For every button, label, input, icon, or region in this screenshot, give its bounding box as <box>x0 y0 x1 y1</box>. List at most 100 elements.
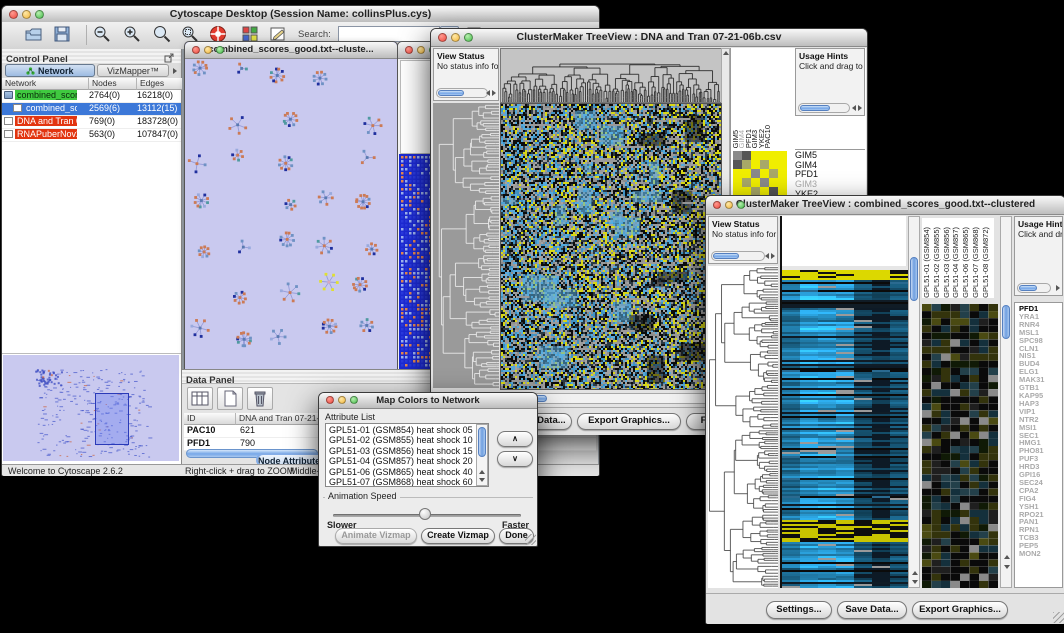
scroll-right-icon[interactable] <box>492 90 496 96</box>
move-up-button[interactable]: ∧ <box>497 431 533 447</box>
scroll-up-icon[interactable] <box>1004 555 1010 559</box>
attribute-table-button[interactable] <box>187 387 213 410</box>
row-label[interactable]: PAN1 <box>1019 518 1062 526</box>
scroll-right-icon[interactable] <box>1056 285 1060 291</box>
network-canvas[interactable] <box>186 59 396 369</box>
row-label[interactable]: RPO21 <box>1019 511 1062 519</box>
row-label[interactable]: GIM4 <box>795 161 865 171</box>
row-label[interactable]: RPN1 <box>1019 526 1062 534</box>
search-input[interactable] <box>338 26 440 42</box>
scroll-left-icon[interactable] <box>765 253 769 259</box>
settings-button[interactable]: Settings... <box>766 601 832 619</box>
close-button[interactable] <box>326 396 334 404</box>
column-label[interactable]: GPL51-02 (GSM855) <box>932 227 942 298</box>
row-label[interactable]: CLN1 <box>1019 345 1062 353</box>
move-down-button[interactable]: ∨ <box>497 451 533 467</box>
scrollbar-thumb[interactable] <box>910 257 918 301</box>
tab-overflow-button[interactable] <box>171 66 180 75</box>
close-button[interactable] <box>713 201 721 209</box>
scrollbar-thumb[interactable] <box>438 90 464 96</box>
network-table-row[interactable]: combined_scores 2764(0) 16218(0) <box>2 90 181 103</box>
new-attribute-button[interactable] <box>217 387 243 410</box>
row-label[interactable]: GTB1 <box>1019 384 1062 392</box>
zoom-button[interactable] <box>737 201 745 209</box>
row-label[interactable]: GIM5 <box>795 151 865 161</box>
network-table-row[interactable]: RNAPuberNov2+I 563(0) 107847(0) <box>2 129 181 142</box>
attribute-list-item[interactable]: GPL51-07 (GSM868) heat shock 60 min <box>327 477 475 487</box>
row-label[interactable]: HRD3 <box>1019 463 1062 471</box>
main-titlebar[interactable]: Cytoscape Desktop (Session Name: collins… <box>2 6 599 23</box>
row-label[interactable]: PFD1 <box>1019 305 1062 313</box>
row-label[interactable]: SEC24 <box>1019 479 1062 487</box>
tab-vizmapper[interactable]: VizMapper™ <box>97 64 169 77</box>
row-label[interactable]: MSI1 <box>1019 424 1062 432</box>
attribute-list-item[interactable]: GPL51-04 (GSM857) heat shock 20 min <box>327 456 475 466</box>
close-button[interactable] <box>9 10 18 19</box>
column-label[interactable]: GPL51-06 (GSM865) <box>961 227 971 298</box>
view-status-scrollbar[interactable] <box>711 251 765 261</box>
zoom-button[interactable] <box>216 46 224 54</box>
view-status-scrollbar[interactable] <box>436 88 488 98</box>
column-label[interactable]: GPL51-01 (GSM854) <box>922 227 932 298</box>
row-label[interactable]: MON2 <box>1019 550 1062 558</box>
column-dendrogram-canvas[interactable] <box>500 48 722 103</box>
row-label[interactable]: SEC1 <box>1019 432 1062 440</box>
column-label[interactable]: GPL51-07 (GSM868) <box>971 227 981 298</box>
create-vizmap-button[interactable]: Create Vizmap <box>421 528 495 544</box>
scroll-right-icon[interactable] <box>858 105 862 111</box>
row-label[interactable]: RNR4 <box>1019 321 1062 329</box>
row-label[interactable]: ELG1 <box>1019 368 1062 376</box>
minimize-button[interactable] <box>204 46 212 54</box>
attribute-list-item[interactable]: GPL51-06 (GSM865) heat shock 40 min <box>327 467 475 477</box>
column-header-edges[interactable]: Edges <box>137 78 182 90</box>
row-label[interactable]: KAP95 <box>1019 392 1062 400</box>
scrollbar-thumb[interactable] <box>478 427 486 457</box>
minimize-button[interactable] <box>338 396 346 404</box>
row-label[interactable]: BUD4 <box>1019 360 1062 368</box>
close-button[interactable] <box>192 46 200 54</box>
attribute-list-item[interactable]: GPL51-01 (GSM854) heat shock 05 min <box>327 425 475 435</box>
zoom-out-button[interactable] <box>92 24 114 45</box>
attribute-list-item[interactable]: GPL51-03 (GSM856) heat shock 15 min <box>327 446 475 456</box>
scroll-left-icon[interactable] <box>852 105 856 111</box>
attribute-list-item[interactable]: GPL51-02 (GSM855) heat shock 10 min <box>327 435 475 445</box>
row-label[interactable]: PEP5 <box>1019 542 1062 550</box>
resize-grip[interactable] <box>1053 612 1064 623</box>
usage-hints-scrollbar[interactable] <box>798 103 850 113</box>
row-dendrogram-canvas[interactable] <box>708 266 778 588</box>
dialog-titlebar[interactable]: Map Colors to Network <box>319 393 537 409</box>
zoom-vertical-scrollbar[interactable] <box>1000 216 1012 588</box>
scroll-up-icon[interactable] <box>723 51 729 55</box>
global-vertical-scrollbar[interactable] <box>908 216 920 588</box>
scroll-up-icon[interactable] <box>912 571 918 575</box>
zoom-button[interactable] <box>464 33 473 42</box>
minimize-button[interactable] <box>22 10 31 19</box>
row-label[interactable]: CPA2 <box>1019 487 1062 495</box>
attribute-list-scrollbar[interactable] <box>476 424 488 486</box>
minimize-button[interactable] <box>417 46 425 54</box>
network-table-row[interactable]: DNA and Tran 07 769(0) 183728(0) <box>2 116 181 129</box>
close-button[interactable] <box>405 46 413 54</box>
export-graphics-button[interactable]: Export Graphics... <box>912 601 1008 619</box>
usage-hints-scrollbar[interactable] <box>1017 283 1051 293</box>
column-label[interactable]: GPL51-03 (GSM856) <box>942 227 952 298</box>
save-session-button[interactable] <box>52 24 74 45</box>
row-label[interactable]: NIS1 <box>1019 352 1062 360</box>
zoom-in-button[interactable] <box>122 24 144 45</box>
global-heatmap-canvas[interactable] <box>780 266 908 588</box>
scroll-left-icon[interactable] <box>486 90 490 96</box>
row-label[interactable]: GPI16 <box>1019 471 1062 479</box>
row-label[interactable]: TCB3 <box>1019 534 1062 542</box>
row-label[interactable]: MSL1 <box>1019 329 1062 337</box>
network-table-row[interactable]: combined_sco 2569(6) 13112(15) <box>2 103 181 116</box>
export-graphics-button[interactable]: Export Graphics... <box>577 413 681 430</box>
scroll-down-icon[interactable] <box>479 478 485 482</box>
row-label[interactable]: MAK31 <box>1019 376 1062 384</box>
birdseye-view-canvas[interactable] <box>3 355 179 461</box>
column-label[interactable]: GPL51-08 (GSM872) <box>981 227 991 298</box>
treeview2-titlebar[interactable]: ClusterMaker TreeView : combined_scores_… <box>706 196 1064 215</box>
tab-network[interactable]: Network <box>5 64 95 77</box>
speed-slider-thumb[interactable] <box>419 508 431 520</box>
animate-vizmap-button[interactable]: Animate Vizmap <box>335 528 417 544</box>
treeview1-titlebar[interactable]: ClusterMaker TreeView : DNA and Tran 07-… <box>431 29 867 47</box>
